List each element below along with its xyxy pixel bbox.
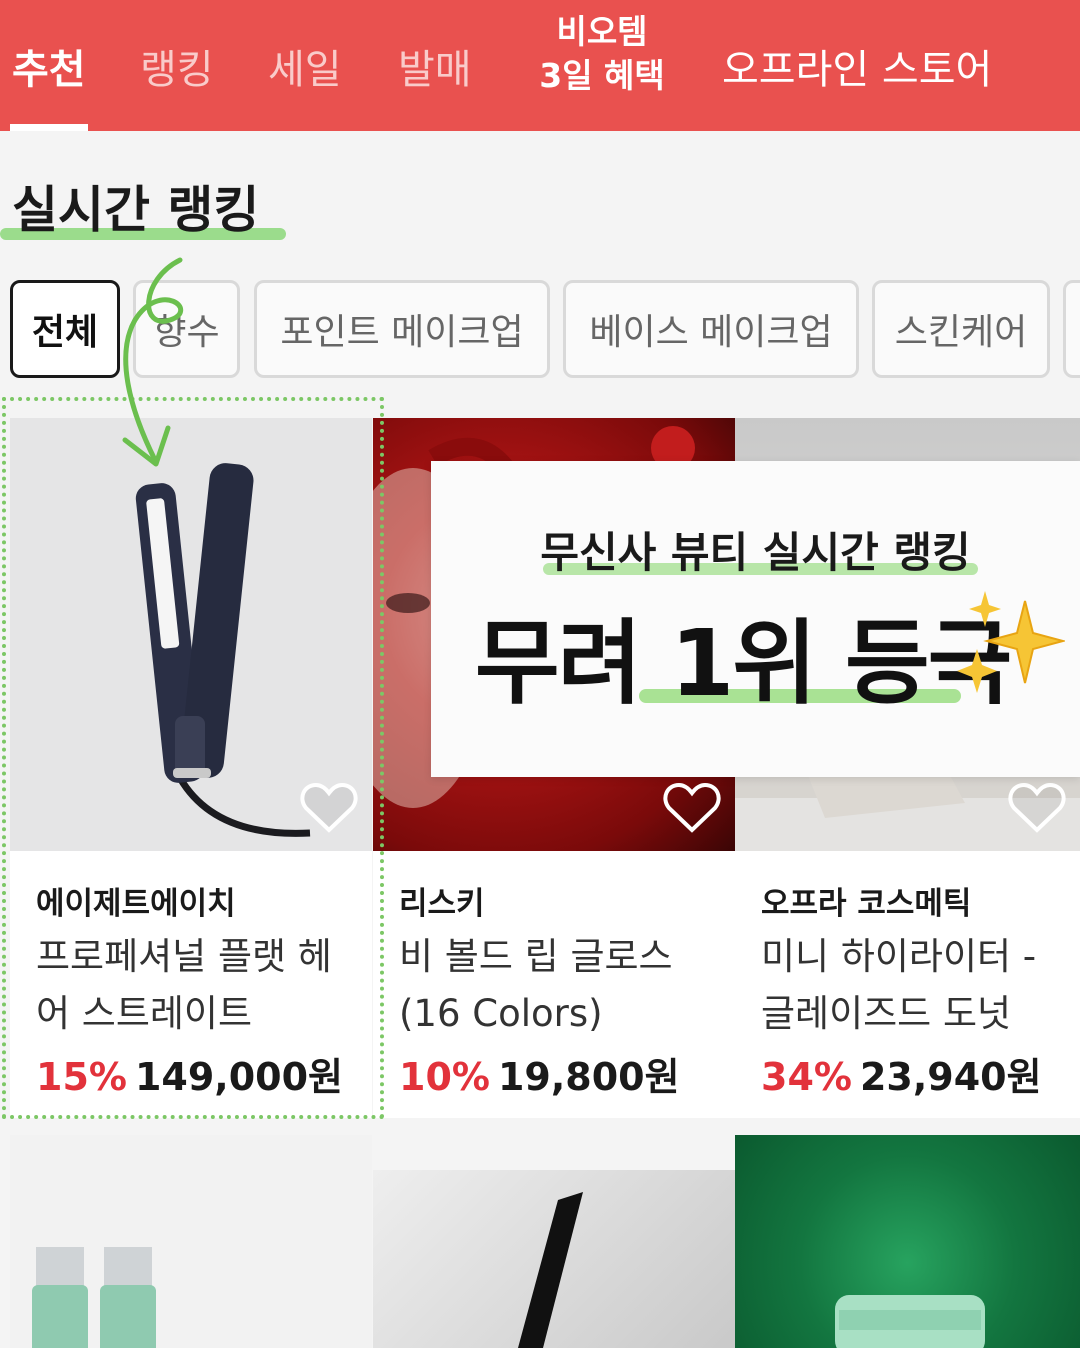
heart-outline-icon[interactable]	[1008, 782, 1066, 834]
top-navigation: 추천 랭킹 세일 발매 비오템 3일 혜택 오프라인 스토어	[0, 0, 1080, 131]
serum-bottles-image	[32, 1247, 156, 1348]
product-price: 10% 19,800원	[399, 1046, 680, 1101]
sparkles-icon	[957, 591, 1065, 693]
product-brand: 오프라 코스메틱	[761, 886, 972, 922]
product-image	[10, 418, 372, 851]
banner-headline: 무려 1위 등극	[475, 610, 1012, 717]
heart-outline-icon[interactable]	[300, 782, 358, 834]
tab-recommend[interactable]: 추천	[12, 0, 86, 131]
tab-offline-store[interactable]: 오프라인 스토어	[722, 0, 992, 131]
product-card[interactable]	[735, 1135, 1080, 1348]
discount-rate: 34%	[761, 1055, 852, 1099]
tab-biotherm-line2: 3일 혜택	[539, 56, 665, 95]
banner-subtitle: 무신사 뷰티 실시간 랭킹	[540, 528, 971, 577]
cream-jar-image	[835, 1295, 985, 1348]
discount-rate: 15%	[36, 1055, 127, 1099]
price-amount: 149,000원	[134, 1055, 344, 1099]
product-name: 프로페셔널 플랫 헤어 스트레이트	[36, 935, 332, 1035]
product-price: 34% 23,940원	[761, 1046, 1042, 1101]
product-card[interactable]	[373, 1170, 735, 1348]
product-name: 비 볼드 립 글로스 (16 Colors)	[399, 935, 673, 1035]
promo-banner: 무신사 뷰티 실시간 랭킹 무려 1위 등극	[431, 461, 1080, 777]
tab-biotherm-benefit[interactable]: 비오템 3일 혜택	[532, 10, 672, 110]
price-amount: 23,940원	[859, 1055, 1042, 1099]
filter-chip-more[interactable]	[1063, 280, 1080, 378]
tab-release[interactable]: 발매	[398, 0, 472, 131]
filter-chip-skincare[interactable]: 스킨케어	[872, 280, 1050, 378]
price-amount: 19,800원	[497, 1055, 680, 1099]
discount-rate: 10%	[399, 1055, 490, 1099]
section-title: 실시간 랭킹	[12, 181, 260, 239]
filter-chip-point-makeup[interactable]: 포인트 메이크업	[254, 280, 550, 378]
product-card[interactable]: 에이제트에이치 프로페셔널 플랫 헤어 스트레이트 15% 149,000원	[10, 418, 372, 1118]
product-brand: 리스키	[399, 886, 485, 922]
active-tab-indicator	[10, 124, 88, 131]
tab-sale[interactable]: 세일	[268, 0, 342, 131]
product-card[interactable]	[10, 1135, 372, 1348]
product-name: 미니 하이라이터 - 글레이즈드 도넛	[761, 935, 1037, 1035]
brush-product-image	[518, 1192, 583, 1348]
tab-ranking[interactable]: 랭킹	[140, 0, 214, 131]
arrow-icon	[122, 257, 184, 467]
filter-chip-base-makeup[interactable]: 베이스 메이크업	[563, 280, 859, 378]
heart-outline-icon[interactable]	[663, 782, 721, 834]
tab-biotherm-line1: 비오템	[556, 12, 648, 51]
product-price: 15% 149,000원	[36, 1046, 343, 1101]
product-brand: 에이제트에이치	[36, 886, 236, 922]
